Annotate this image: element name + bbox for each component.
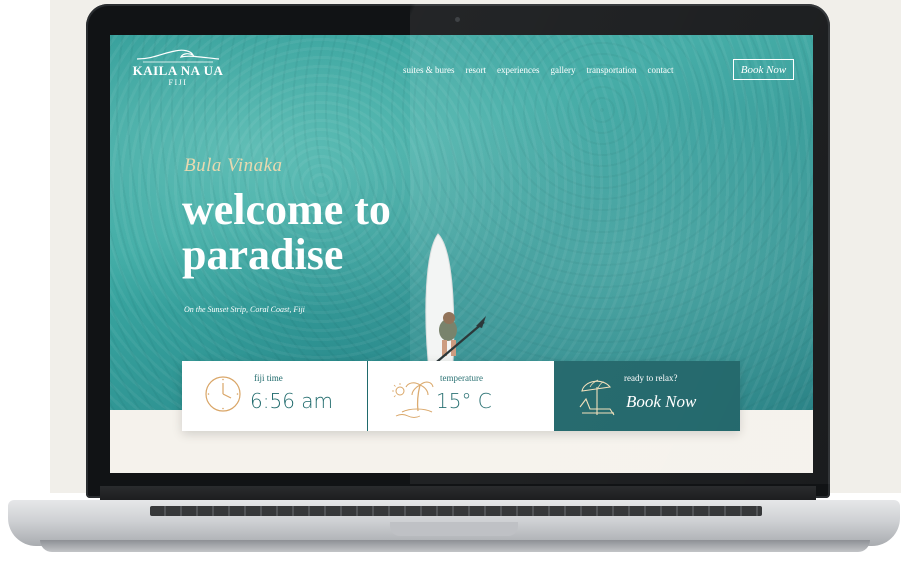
palm-island-icon <box>392 381 434 418</box>
clock-icon <box>205 376 241 412</box>
nav-item-suites[interactable]: suites & bures <box>403 65 455 75</box>
logo-name: KAILA NA UA <box>132 63 224 78</box>
fiji-time-card: fiji time 6:56 am <box>182 361 368 431</box>
nav-item-resort[interactable]: resort <box>466 65 487 75</box>
hero-section: KAILA NA UA FIJI suites & bures resort e… <box>110 35 813 410</box>
hero-greeting: Bula Vinaka <box>184 155 283 176</box>
temperature-label: temperature <box>440 373 483 383</box>
keyboard-edge <box>150 506 762 516</box>
site-logo[interactable]: KAILA NA UA FIJI <box>128 43 228 87</box>
book-now-card[interactable]: ready to relax? Book Now <box>554 361 740 431</box>
book-now-button[interactable]: Book Now <box>626 392 696 412</box>
info-bar: fiji time 6:56 am temperature 15° C read… <box>182 361 740 431</box>
fiji-time-label: fiji time <box>254 373 283 383</box>
book-now-label: ready to relax? <box>624 373 678 383</box>
laptop-base-lip <box>40 540 870 552</box>
wave-logo-icon <box>136 49 220 63</box>
nav-item-experiences[interactable]: experiences <box>497 65 539 75</box>
nav-book-now-button[interactable]: Book Now <box>733 59 794 80</box>
nav-item-contact[interactable]: contact <box>647 65 673 75</box>
fiji-time-value: 6:56 am <box>250 389 334 413</box>
trackpad-notch <box>390 522 518 536</box>
main-nav: suites & bures resort experiences galler… <box>403 65 673 75</box>
beach-umbrella-icon <box>579 379 615 416</box>
camera-icon <box>455 17 460 22</box>
hero-headline-line2: paradise <box>182 230 344 279</box>
logo-subtitle: FIJI <box>168 78 188 87</box>
temperature-value: 15° C <box>436 389 492 413</box>
hero-headline: welcome to paradise <box>182 187 391 277</box>
nav-item-gallery[interactable]: gallery <box>550 65 575 75</box>
hero-location: On the Sunset Strip, Coral Coast, Fiji <box>184 305 305 314</box>
laptop-screen: KAILA NA UA FIJI suites & bures resort e… <box>110 35 813 473</box>
hero-headline-line1: welcome to <box>182 185 391 234</box>
temperature-card: temperature 15° C <box>368 361 554 431</box>
nav-item-transportation[interactable]: transportation <box>586 65 636 75</box>
